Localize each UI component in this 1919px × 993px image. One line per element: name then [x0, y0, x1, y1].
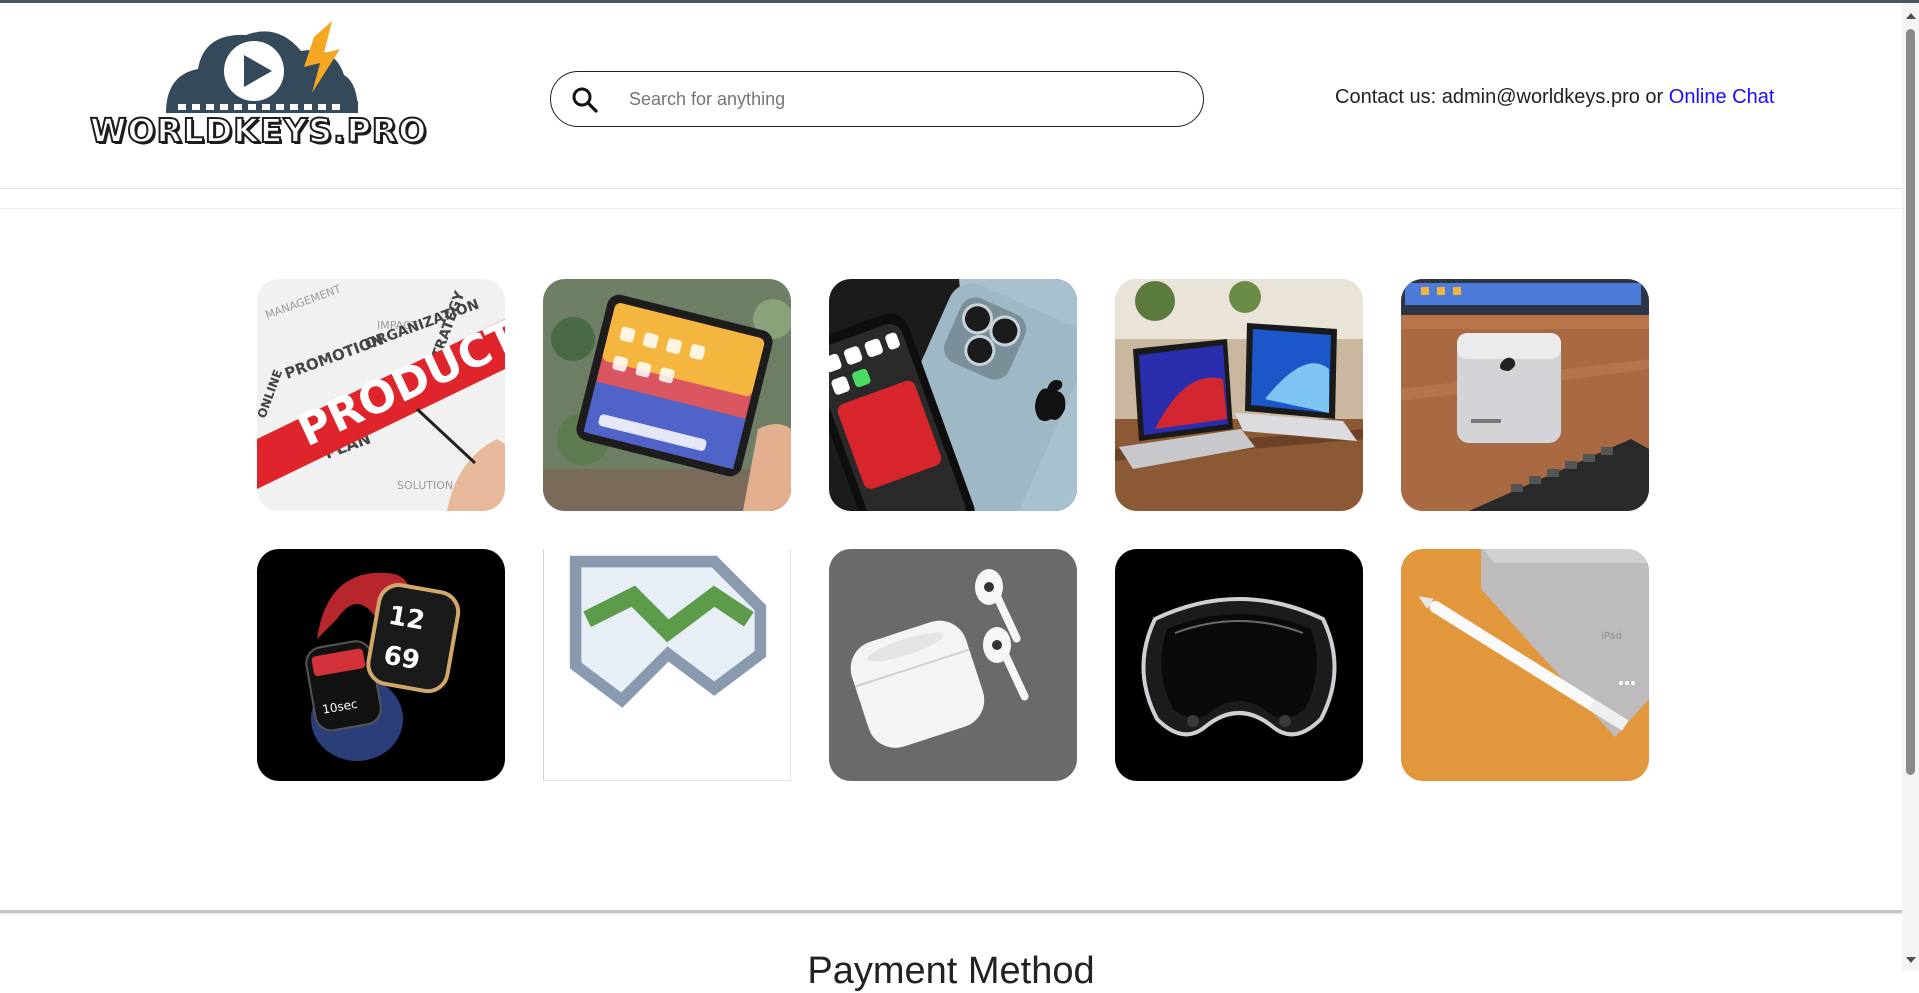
scroll-up-arrow-icon[interactable]	[1906, 13, 1916, 19]
apple-watch-image: 10sec 12 69	[257, 549, 505, 781]
svg-text:12: 12	[386, 601, 427, 637]
apple-pencil-image: iPad	[1401, 549, 1649, 781]
broken-image-icon	[569, 555, 767, 708]
payment-method-heading: Payment Method	[807, 950, 1095, 992]
product-card-mac-studio[interactable]	[1401, 279, 1649, 511]
mac-studio-image	[1401, 279, 1649, 511]
svg-text:69: 69	[381, 640, 422, 676]
search-input[interactable]	[627, 80, 1187, 118]
product-card-ipad[interactable]	[543, 279, 791, 511]
product-card-product-strategy[interactable]: MANAGEMENT IMPACT TREATMENT SOLUTION PRO…	[257, 279, 505, 511]
divider	[0, 208, 1902, 209]
search-icon[interactable]	[571, 86, 599, 114]
contact-text: Contact us: admin@worldkeys.pro or	[1335, 86, 1669, 108]
product-grid: MANAGEMENT IMPACT TREATMENT SOLUTION PRO…	[257, 279, 1649, 781]
ipad-in-hand-image	[543, 279, 791, 511]
contact-info: Contact us: admin@worldkeys.pro or Onlin…	[1335, 86, 1774, 109]
product-card-iphone[interactable]	[829, 279, 1077, 511]
vertical-scrollbar[interactable]	[1902, 3, 1919, 971]
cloud-play-logo-icon	[166, 21, 358, 113]
vision-pro-headset-image	[1115, 549, 1363, 781]
airpods-image	[829, 549, 1077, 781]
logo-wordmark: WORLDKEYS.PRO	[89, 110, 428, 151]
site-logo[interactable]: WORLDKEYS.PRO	[86, 13, 428, 151]
section-divider	[0, 910, 1902, 913]
search-bar[interactable]	[550, 71, 1204, 127]
product-card-broken-image[interactable]	[543, 549, 791, 781]
product-card-macbook[interactable]	[1115, 279, 1363, 511]
product-card-vision-pro[interactable]	[1115, 549, 1363, 781]
macbook-pro-image	[1115, 279, 1363, 511]
svg-text:iPad: iPad	[1601, 631, 1622, 642]
scroll-down-arrow-icon[interactable]	[1906, 957, 1916, 963]
svg-text:SOLUTION: SOLUTION	[397, 479, 453, 492]
product-card-apple-pencil[interactable]: iPad	[1401, 549, 1649, 781]
site-header: WORLDKEYS.PRO Contact us: admin@worldkey…	[0, 3, 1902, 189]
product-strategy-image: MANAGEMENT IMPACT TREATMENT SOLUTION PRO…	[257, 279, 505, 511]
scrollbar-thumb[interactable]	[1906, 29, 1915, 775]
product-card-apple-watch[interactable]: 10sec 12 69	[257, 549, 505, 781]
online-chat-link[interactable]: Online Chat	[1669, 86, 1775, 108]
iphone-pro-image	[829, 279, 1077, 511]
product-card-airpods[interactable]	[829, 549, 1077, 781]
